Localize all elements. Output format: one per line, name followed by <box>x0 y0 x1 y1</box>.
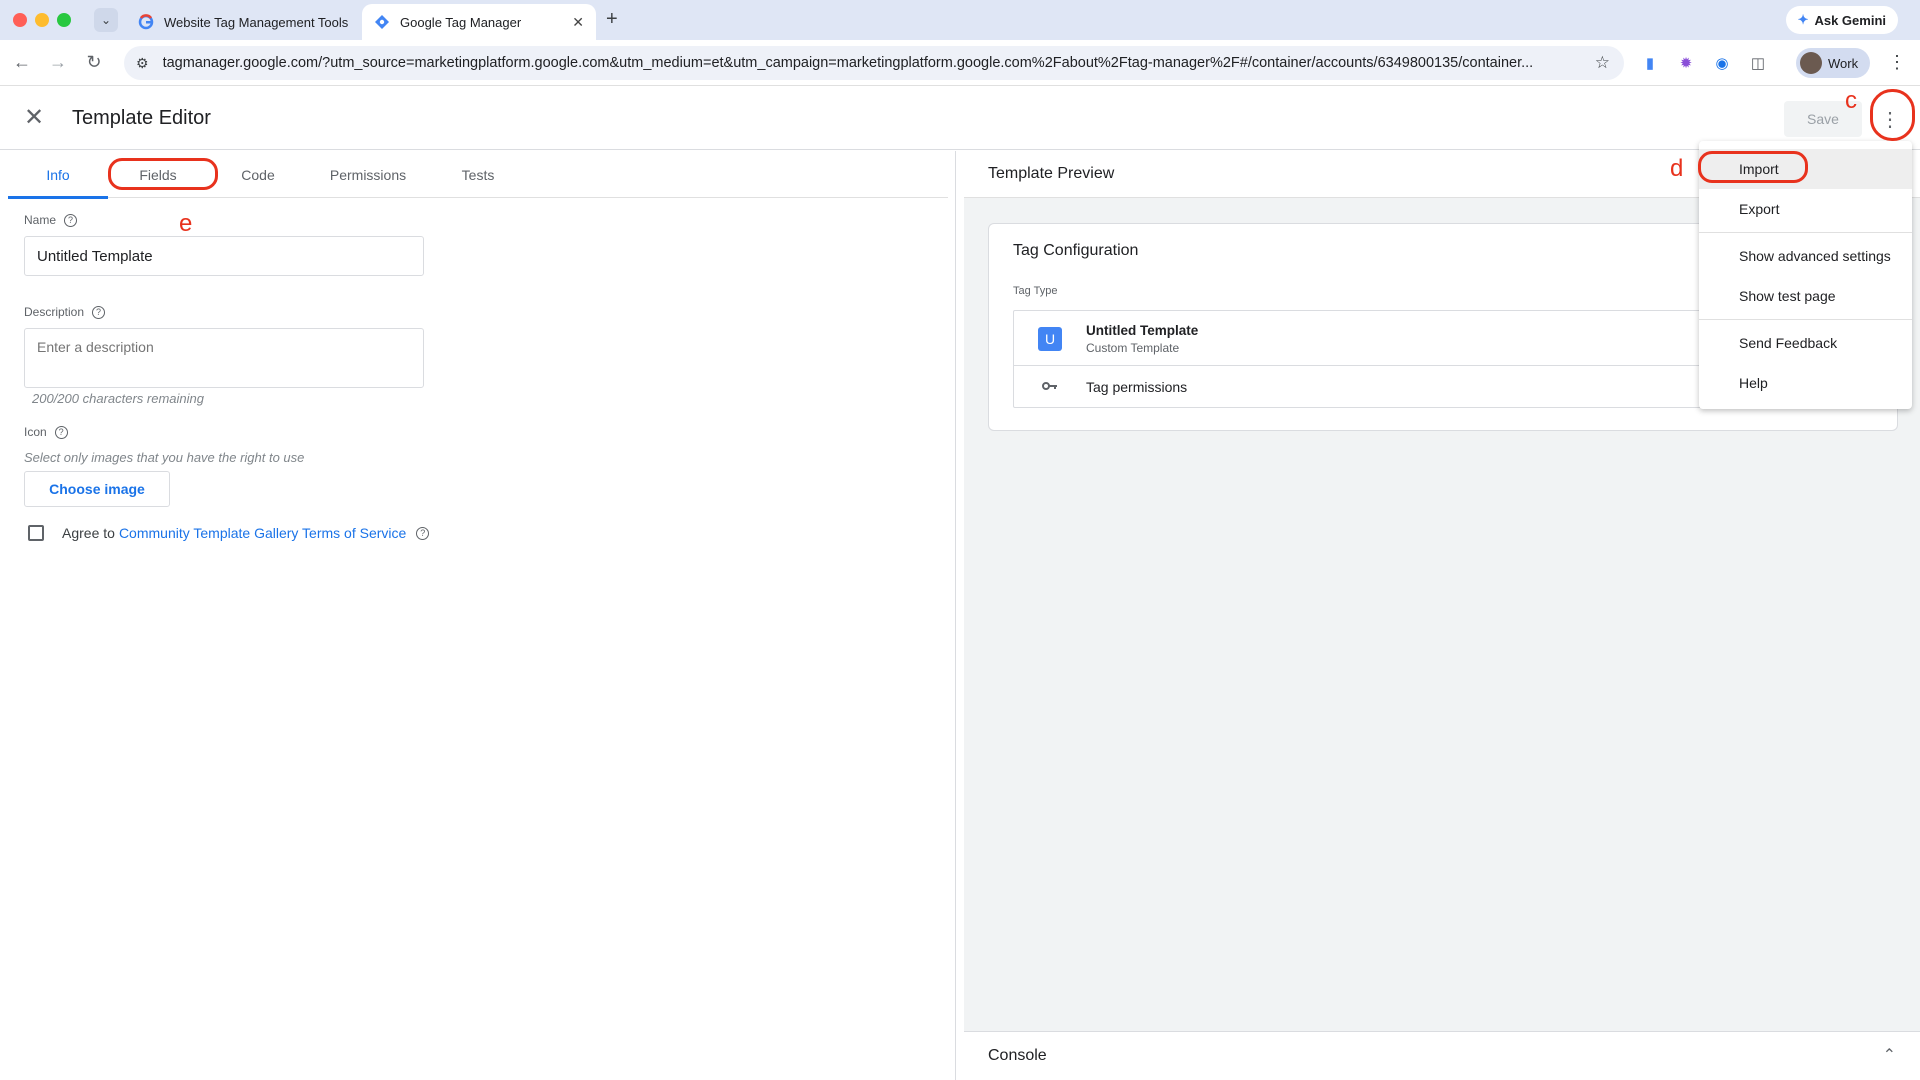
address-bar[interactable]: ⚙ tagmanager.google.com/?utm_source=mark… <box>124 46 1624 80</box>
description-label: Description ? <box>24 305 106 319</box>
tab-info[interactable]: Info <box>8 151 108 199</box>
template-editor-header: ✕ Template Editor Save ⋮ <box>0 87 1920 150</box>
menu-item-show-test-page[interactable]: Show test page <box>1699 276 1912 316</box>
tab-permissions[interactable]: Permissions <box>308 151 428 198</box>
agree-checkbox[interactable] <box>28 525 44 541</box>
template-badge-icon: U <box>1038 327 1062 351</box>
tab-close-icon[interactable]: ✕ <box>572 14 584 31</box>
menu-item-export[interactable]: Export <box>1699 189 1912 229</box>
terms-of-service-link[interactable]: Community Template Gallery Terms of Serv… <box>119 525 406 541</box>
tag-name: Untitled Template <box>1086 323 1199 338</box>
extension-flower-icon[interactable]: ✹ <box>1676 53 1696 73</box>
extensions-puzzle-icon[interactable]: ◫ <box>1748 53 1768 73</box>
annotation-letter-c: c <box>1845 87 1857 114</box>
tag-permissions-label: Tag permissions <box>1086 379 1188 395</box>
tag-configuration-title: Tag Configuration <box>1013 242 1139 259</box>
agree-terms-row: Agree to Community Template Gallery Term… <box>28 525 430 541</box>
avatar <box>1800 52 1822 74</box>
google-g-icon <box>138 14 154 30</box>
help-icon[interactable]: ? <box>92 305 106 319</box>
icon-label: Icon ? <box>24 425 68 439</box>
window-minimize-button[interactable] <box>35 13 49 27</box>
extension-shield-icon[interactable]: ◉ <box>1712 53 1732 73</box>
page-title: Template Editor <box>72 107 211 129</box>
icon-label-text: Icon <box>24 425 47 439</box>
agree-prefix: Agree to <box>62 525 115 541</box>
annotation-circle-import <box>1698 151 1808 183</box>
window-close-button[interactable] <box>13 13 27 27</box>
profile-button[interactable]: Work <box>1796 48 1871 78</box>
name-label-text: Name <box>24 213 57 227</box>
help-icon[interactable]: ? <box>54 425 68 439</box>
help-icon[interactable]: ? <box>416 526 430 540</box>
browser-tab-google-tag-manager[interactable]: Google Tag Manager ✕ <box>362 4 596 40</box>
close-icon[interactable]: ✕ <box>24 103 44 132</box>
tag-subtitle: Custom Template <box>1086 341 1180 355</box>
annotation-circle-fields <box>108 158 218 190</box>
tab-title: Website Tag Management Tools <box>164 14 348 30</box>
annotation-letter-d: d <box>1670 155 1684 182</box>
tab-search-chevron-icon[interactable]: ⌄ <box>94 8 118 32</box>
menu-divider <box>1699 319 1912 320</box>
site-settings-icon[interactable]: ⚙ <box>136 55 149 72</box>
choose-image-button[interactable]: Choose image <box>24 471 170 507</box>
description-label-text: Description <box>24 305 85 319</box>
help-icon[interactable]: ? <box>64 213 78 227</box>
menu-item-show-advanced-settings[interactable]: Show advanced settings <box>1699 236 1912 276</box>
ask-gemini-label: Ask Gemini <box>1814 12 1886 28</box>
window-maximize-button[interactable] <box>57 13 71 27</box>
gemini-sparkle-icon: ✦ <box>1797 12 1809 27</box>
chrome-menu-icon[interactable]: ⋮ <box>1888 52 1906 73</box>
name-field[interactable]: Untitled Template <box>24 236 424 276</box>
bookmark-star-icon[interactable]: ☆ <box>1595 53 1610 73</box>
reload-icon[interactable]: ↻ <box>82 52 106 73</box>
name-label: Name ? <box>24 213 78 227</box>
chevron-up-icon[interactable]: ⌃ <box>1883 1045 1896 1065</box>
console-label: Console <box>988 1047 1047 1064</box>
url-text[interactable]: tagmanager.google.com/?utm_source=market… <box>163 55 1581 71</box>
tag-manager-icon <box>374 14 390 30</box>
menu-item-send-feedback[interactable]: Send Feedback <box>1699 323 1912 363</box>
annotation-circle-more <box>1870 89 1915 141</box>
menu-item-help[interactable]: Help <box>1699 363 1912 403</box>
back-arrow-icon[interactable]: ← <box>10 52 34 73</box>
extension-doc-icon[interactable]: ▮ <box>1640 53 1660 73</box>
tab-title: Google Tag Manager <box>400 14 522 30</box>
browser-toolbar: ← → ↻ ⚙ tagmanager.google.com/?utm_sourc… <box>0 40 1920 86</box>
browser-tab-bar: ⌄ Website Tag Management Tools Google Ta… <box>0 0 1920 40</box>
key-icon <box>1042 378 1058 394</box>
tab-tests[interactable]: Tests <box>428 151 528 198</box>
browser-tab-website-tag-management[interactable]: Website Tag Management Tools <box>126 4 360 40</box>
console-bar[interactable]: Console ⌃ <box>964 1031 1920 1080</box>
ask-gemini-button[interactable]: ✦ Ask Gemini <box>1785 6 1898 34</box>
forward-arrow-icon[interactable]: → <box>46 52 70 73</box>
menu-divider <box>1699 232 1912 233</box>
chars-remaining: 200/200 characters remaining <box>32 391 204 406</box>
profile-label: Work <box>1828 55 1859 71</box>
tab-code[interactable]: Code <box>208 151 308 198</box>
annotation-letter-e: e <box>179 210 193 237</box>
editor-panel: Info Fields Code Permissions Tests Name … <box>0 151 956 1080</box>
tag-type-label: Tag Type <box>1013 285 1058 297</box>
new-tab-plus-icon[interactable]: + <box>606 8 618 31</box>
description-field[interactable]: Enter a description <box>24 328 424 388</box>
icon-hint: Select only images that you have the rig… <box>24 450 305 465</box>
